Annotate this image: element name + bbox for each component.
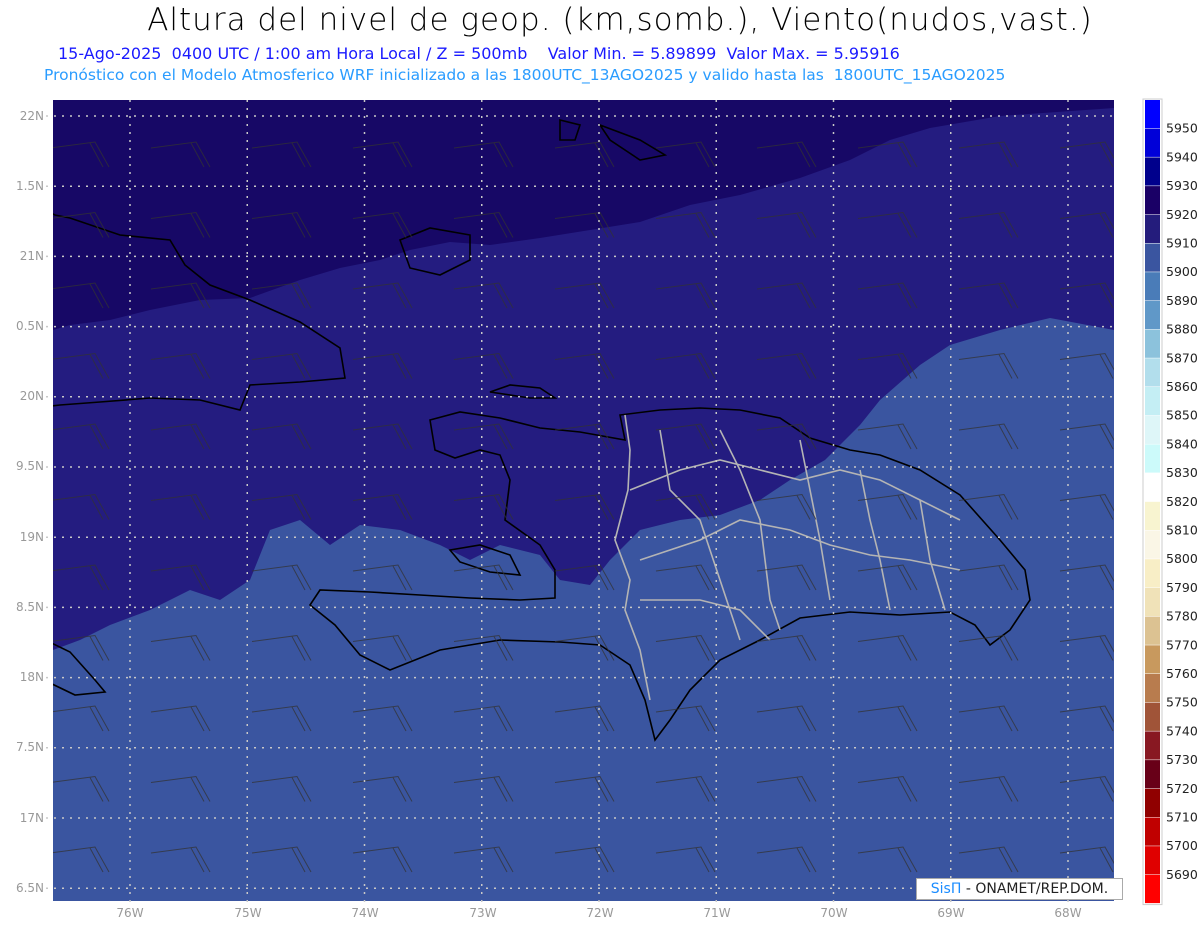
colorbar-cell bbox=[1145, 387, 1160, 416]
colorbar-label: 5870 bbox=[1166, 350, 1198, 365]
colorbar-cell bbox=[1145, 329, 1160, 358]
colorbar-cell bbox=[1145, 760, 1160, 789]
sispi-logo: SisΠ bbox=[930, 881, 962, 897]
colorbar-cell bbox=[1145, 157, 1160, 186]
colorbar-cell bbox=[1145, 587, 1160, 617]
colorbar-label: 5900 bbox=[1166, 264, 1198, 279]
colorbar-label: 5840 bbox=[1166, 436, 1198, 451]
colorbar-label: 5740 bbox=[1166, 723, 1198, 738]
colorbar-label: 5780 bbox=[1166, 609, 1198, 624]
colorbar-cell bbox=[1145, 731, 1160, 760]
colorbar-cell bbox=[1145, 100, 1160, 129]
lat-label: 8.5N bbox=[16, 600, 44, 614]
lon-label: 70W bbox=[820, 906, 847, 920]
lat-label: 1.5N bbox=[16, 179, 44, 193]
colorbar-cell bbox=[1145, 444, 1160, 473]
colorbar-cell bbox=[1145, 186, 1160, 215]
colorbar-cell bbox=[1145, 674, 1160, 703]
colorbar-cell bbox=[1145, 243, 1160, 272]
colorbar-cell bbox=[1145, 846, 1160, 875]
colorbar-cell bbox=[1145, 415, 1160, 444]
colorbar-label: 5910 bbox=[1166, 236, 1198, 251]
colorbar-cell bbox=[1145, 788, 1160, 817]
colorbar-cell bbox=[1145, 473, 1160, 502]
colorbar-label: 5720 bbox=[1166, 781, 1198, 796]
lat-label: 19N bbox=[20, 530, 44, 544]
colorbar-label: 5920 bbox=[1166, 207, 1198, 222]
colorbar-cell bbox=[1145, 702, 1160, 731]
lon-label: 75W bbox=[234, 906, 261, 920]
credit-box: SisΠ - ONAMET/REP.DOM. bbox=[916, 878, 1123, 900]
colorbar-label: 5890 bbox=[1166, 293, 1198, 308]
lat-label: 20N bbox=[20, 389, 44, 403]
colorbar-label: 5950 bbox=[1166, 121, 1198, 136]
colorbar-label: 5710 bbox=[1166, 810, 1198, 825]
map-canvas: 22N 1.5N 21N 0.5N 20N 9.5N 19N 8.5N 18N … bbox=[16, 98, 1198, 920]
lat-label: 18N bbox=[20, 670, 44, 684]
colorbar-label: 5930 bbox=[1166, 178, 1198, 193]
lat-label: 7.5N bbox=[16, 740, 44, 754]
lat-label: 17N bbox=[20, 811, 44, 825]
lon-label: 72W bbox=[586, 906, 613, 920]
colorbar-label: 5940 bbox=[1166, 149, 1198, 164]
colorbar-label: 5830 bbox=[1166, 465, 1198, 480]
colorbar-label: 5790 bbox=[1166, 580, 1198, 595]
lat-label: 21N bbox=[20, 249, 44, 263]
colorbar-label: 5820 bbox=[1166, 494, 1198, 509]
colorbar-label: 5850 bbox=[1166, 408, 1198, 423]
colorbar-cell bbox=[1145, 530, 1160, 559]
colorbar-cell bbox=[1145, 645, 1160, 674]
colorbar-label: 5770 bbox=[1166, 637, 1198, 652]
lon-label: 76W bbox=[116, 906, 143, 920]
colorbar-cell bbox=[1145, 300, 1160, 330]
lon-label: 68W bbox=[1054, 906, 1081, 920]
colorbar-cell bbox=[1145, 817, 1160, 846]
lon-label: 74W bbox=[351, 906, 378, 920]
lat-label: 6.5N bbox=[16, 881, 44, 895]
lon-label: 69W bbox=[937, 906, 964, 920]
colorbar-cell bbox=[1145, 501, 1160, 530]
colorbar-cell bbox=[1145, 272, 1160, 301]
lat-label: 0.5N bbox=[16, 319, 44, 333]
lat-label: 22N bbox=[20, 109, 44, 123]
longitude-axis: 76W 75W 74W 73W 72W 71W 70W 69W 68W bbox=[116, 906, 1081, 920]
credit-text: - ONAMET/REP.DOM. bbox=[961, 881, 1109, 897]
colorbar-label: 5810 bbox=[1166, 523, 1198, 538]
colorbar-label: 5700 bbox=[1166, 838, 1198, 853]
colorbar-cell bbox=[1145, 128, 1160, 157]
colorbar-cell bbox=[1145, 616, 1160, 645]
colorbar: 5950 5940 5930 5920 5910 5900 5890 5880 5870 5860… bbox=[1142, 98, 1198, 906]
colorbar-label: 5730 bbox=[1166, 752, 1198, 767]
colorbar-label: 5880 bbox=[1166, 322, 1198, 337]
colorbar-label: 5800 bbox=[1166, 551, 1198, 566]
lat-label: 9.5N bbox=[16, 459, 44, 473]
lon-label: 73W bbox=[469, 906, 496, 920]
colorbar-label: 5750 bbox=[1166, 695, 1198, 710]
colorbar-cell bbox=[1145, 874, 1160, 904]
colorbar-label: 5760 bbox=[1166, 666, 1198, 681]
colorbar-cell bbox=[1145, 214, 1160, 243]
colorbar-cell bbox=[1145, 559, 1160, 588]
latitude-axis: 22N 1.5N 21N 0.5N 20N 9.5N 19N 8.5N 18N … bbox=[16, 109, 44, 895]
colorbar-label: 5690 bbox=[1166, 867, 1198, 882]
lon-label: 71W bbox=[703, 906, 730, 920]
colorbar-label: 5860 bbox=[1166, 379, 1198, 394]
colorbar-cell bbox=[1145, 358, 1160, 387]
